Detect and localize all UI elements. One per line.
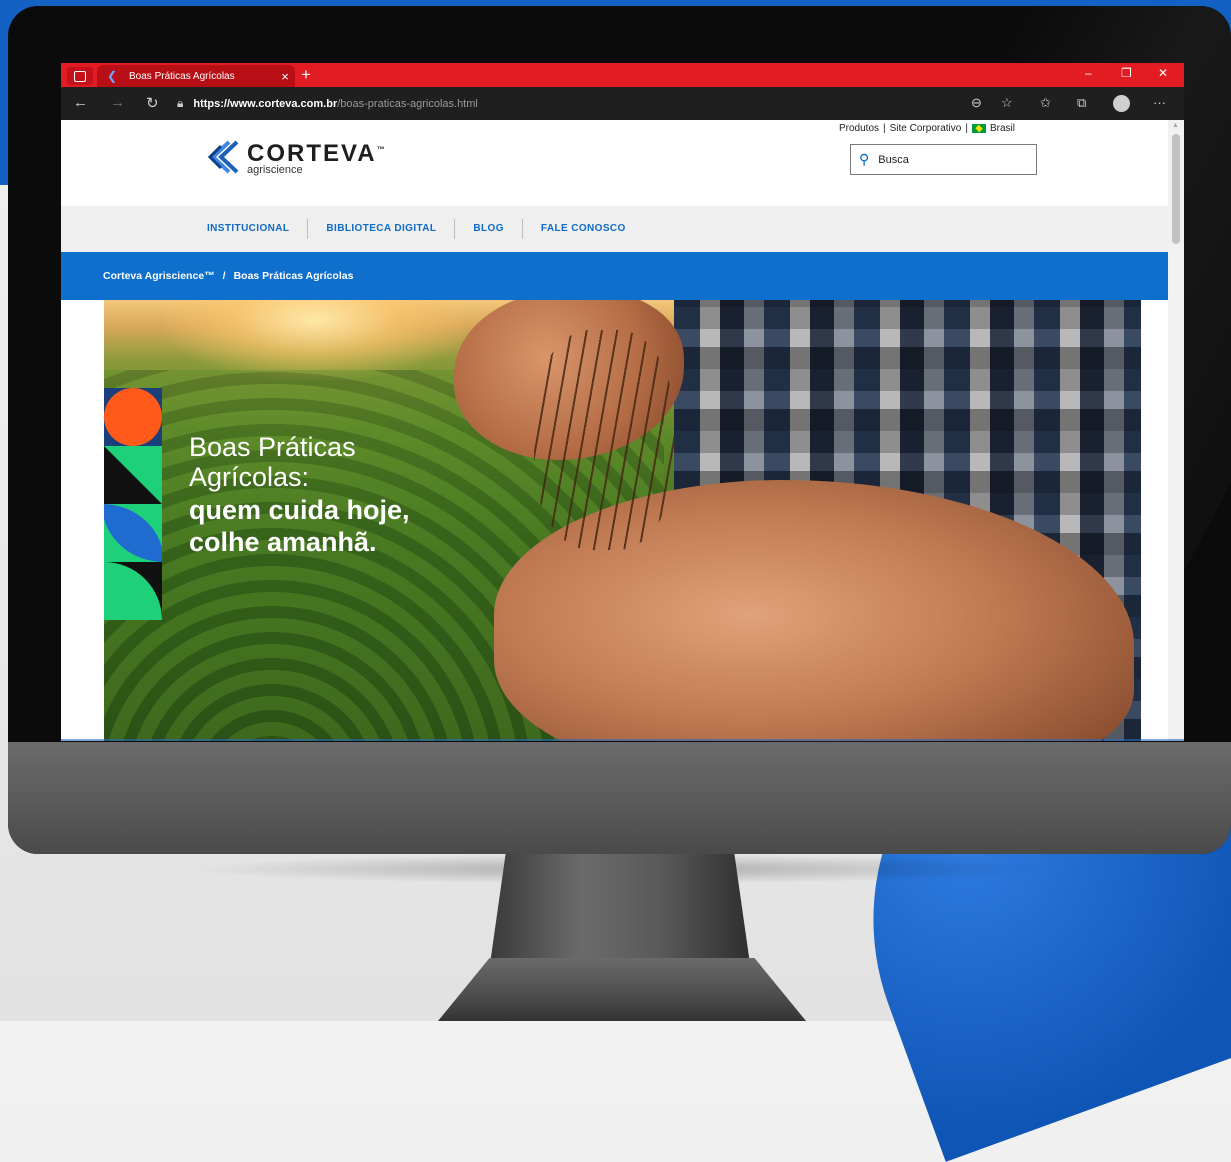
blue-leaf-shape: [104, 504, 162, 562]
corteva-logo-mark-icon: [207, 140, 239, 174]
browser-window: ❮ Boas Práticas Agrícolas × + – ❐ ✕ ← → …: [61, 63, 1184, 741]
tab-actions-button[interactable]: [67, 67, 93, 85]
nav-item-blog[interactable]: BLOG: [455, 219, 523, 239]
browser-toolbar: ← → ↻ 🔒︎ https://www.corteva.com.br /boa…: [61, 87, 1184, 120]
search-icon[interactable]: ⚲: [859, 151, 869, 168]
hero-sunlight: [164, 300, 464, 380]
minimize-button[interactable]: –: [1085, 66, 1092, 80]
orange-circle-shape: [104, 388, 162, 446]
corteva-favicon-icon: ❮: [107, 69, 118, 83]
refresh-icon[interactable]: ↻: [146, 94, 159, 112]
screen-bottom-edge: [61, 739, 1184, 741]
hero-headline: Boas Práticas Agrícolas: quem cuida hoje…: [189, 432, 410, 558]
nav-item-fale-conosco[interactable]: FALE CONOSCO: [523, 219, 644, 239]
hero-banner: Boas Práticas Agrícolas: quem cuida hoje…: [104, 300, 1141, 741]
top-utility-links: Produtos | Site Corporativo | Brasil: [839, 123, 1015, 134]
tab-actions-icon: [74, 70, 86, 82]
collections-icon[interactable]: ⧉: [1077, 95, 1086, 111]
link-produtos[interactable]: Produtos: [839, 123, 879, 134]
hero-title-line-1: Boas Práticas: [189, 432, 356, 462]
zoom-icon[interactable]: ⊖: [971, 95, 982, 111]
link-separator: |: [965, 123, 968, 134]
close-window-button[interactable]: ✕: [1158, 66, 1168, 80]
hero-tagline-line-2: colhe amanhã.: [189, 527, 377, 557]
link-separator: |: [883, 123, 886, 134]
link-brasil[interactable]: Brasil: [990, 123, 1015, 134]
monitor-chin: [8, 742, 1231, 854]
forward-icon[interactable]: →: [110, 94, 125, 111]
scrollbar-thumb[interactable]: [1172, 134, 1180, 244]
hero-tagline-line-1: quem cuida hoje,: [189, 495, 410, 525]
green-quarter-circle-shape: [104, 562, 162, 620]
green-triangle-shape: [104, 446, 162, 504]
page-scrollbar[interactable]: ▲: [1168, 120, 1184, 741]
browser-tab-active[interactable]: ❮ Boas Práticas Agrícolas ×: [97, 65, 295, 87]
nav-item-institucional[interactable]: INSTITUCIONAL: [189, 219, 309, 239]
scroll-up-icon[interactable]: ▲: [1172, 122, 1179, 129]
address-bar[interactable]: 🔒︎ https://www.corteva.com.br /boas-prat…: [173, 92, 993, 115]
new-tab-button[interactable]: +: [301, 65, 311, 85]
url-host: https://www.corteva.com.br: [193, 97, 338, 110]
breadcrumb-current: Boas Práticas Agrícolas: [233, 270, 354, 282]
tab-close-button[interactable]: ×: [275, 69, 295, 84]
hero-title-line-2: Agrícolas:: [189, 462, 310, 492]
hero-geometric-shapes: [104, 388, 162, 620]
main-navigation: INSTITUCIONAL BIBLIOTECA DIGITAL BLOG FA…: [61, 206, 1168, 252]
browser-titlebar: ❮ Boas Práticas Agrícolas × + – ❐ ✕: [61, 63, 1184, 87]
monitor-stand-neck: [490, 854, 750, 964]
monitor-stand-base: [438, 958, 806, 1021]
breadcrumb-separator: /: [222, 270, 226, 282]
url-path: /boas-praticas-agricolas.html: [337, 97, 478, 110]
logo-name: CORTEVA™: [247, 140, 387, 167]
back-icon[interactable]: ←: [73, 94, 88, 111]
web-page: Produtos | Site Corporativo | Brasil COR…: [61, 120, 1168, 741]
link-site-corporativo[interactable]: Site Corporativo: [890, 123, 962, 134]
favorites-icon[interactable]: ✩: [1040, 95, 1051, 111]
lock-icon[interactable]: 🔒︎: [177, 96, 183, 111]
favorite-add-icon[interactable]: ☆: [1001, 95, 1013, 111]
profile-icon[interactable]: [1113, 95, 1130, 112]
more-icon[interactable]: ···: [1153, 95, 1166, 110]
restore-button[interactable]: ❐: [1121, 66, 1132, 80]
search-box[interactable]: ⚲: [850, 144, 1037, 175]
corteva-logo[interactable]: CORTEVA™ agriscience: [207, 138, 387, 176]
hero-plant-roots: [534, 330, 674, 550]
brazil-flag-icon: [971, 124, 986, 133]
breadcrumb: Corteva Agriscience™ / Boas Práticas Agr…: [61, 252, 1168, 300]
tab-title: Boas Práticas Agrícolas: [129, 70, 235, 82]
search-input[interactable]: [876, 152, 1011, 167]
breadcrumb-home[interactable]: Corteva Agriscience™: [103, 270, 215, 282]
nav-item-biblioteca-digital[interactable]: BIBLIOTECA DIGITAL: [308, 219, 456, 239]
